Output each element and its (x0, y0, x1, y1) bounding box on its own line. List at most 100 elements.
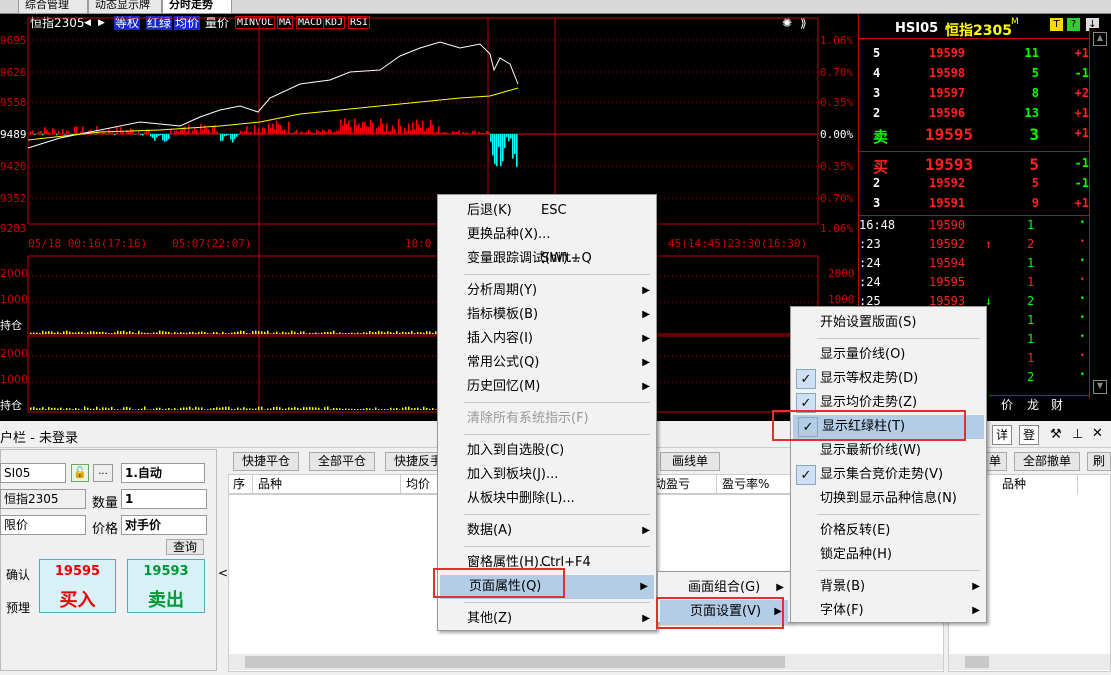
pct-tick-1: 0.70% (820, 66, 853, 79)
rg-bar (108, 128, 110, 134)
vol-bar (294, 331, 296, 334)
quote-scrollbar[interactable]: ▲ ▼ (1089, 28, 1111, 398)
vol-bar (291, 330, 293, 334)
confirm-checkbox[interactable]: 确认 (6, 566, 30, 583)
ask-row[interactable]: 卖 19595 3 +1 (859, 124, 1089, 146)
quote-tab-price[interactable]: 价 (1001, 396, 1013, 413)
oi-bar (84, 406, 86, 410)
ctx-item-9[interactable]: 加入到自选股(C) (438, 439, 656, 463)
oi-bar (333, 408, 335, 410)
page-settings-item-0[interactable]: 开始设置版面(S) (791, 311, 986, 335)
login-button[interactable]: 登 (1019, 425, 1039, 445)
symbol-field[interactable]: 恒指2305 (0, 489, 86, 509)
ask-row[interactable]: 2 19596 13 +1 (859, 104, 1089, 122)
quick-close-button[interactable]: 快捷平仓 (233, 452, 299, 471)
ctx-item-10[interactable]: 加入到板块(J)... (438, 463, 656, 487)
price-field[interactable]: 对手价 (121, 515, 207, 535)
page-settings-item-11[interactable]: 字体(F) ▶ (791, 599, 986, 623)
bid-row[interactable]: 买 19593 5 -1 (859, 154, 1089, 176)
query-button[interactable]: 查询 (166, 539, 204, 555)
oi-bar (345, 408, 347, 410)
pin-icon[interactable]: ⊥ (1072, 427, 1083, 442)
page-settings-item-2[interactable]: 显示等权走势(D) ✓ (791, 367, 986, 391)
page-settings-item-5[interactable]: 显示最新价线(W) (791, 439, 986, 463)
rg-bar (482, 132, 484, 134)
quote-tab-dragon[interactable]: 龙 (1027, 396, 1039, 413)
ask-price: 19596 (929, 106, 966, 120)
page-settings-item-10[interactable]: 背景(B) ▶ (791, 575, 986, 599)
page-settings-item-label: 价格反转(E) (820, 523, 891, 538)
ctx-item-4[interactable]: 指标模板(B) ▶ (438, 303, 656, 327)
refresh-button[interactable]: 刷 (1087, 452, 1111, 471)
ctx-item-12[interactable]: 数据(A) ▶ (438, 519, 656, 543)
ctx-item-2[interactable]: 变量跟踪调试(W)... Shift+Q (438, 247, 656, 271)
rg-bar (394, 128, 396, 134)
menu-separator (464, 434, 650, 435)
account-field[interactable]: SI05 (0, 463, 66, 483)
bid-row[interactable]: 3 19591 9 +1 (859, 194, 1089, 212)
ctx-item-7[interactable]: 历史回忆(M) ▶ (438, 375, 656, 399)
rg-bar (352, 132, 354, 134)
ask-row[interactable]: 3 19597 8 +2 (859, 84, 1089, 102)
oi-bar (258, 406, 260, 410)
vol-bar (138, 330, 140, 334)
t-icon[interactable]: T (1050, 18, 1063, 31)
submenu-arrow-icon: ▶ (972, 581, 980, 592)
close-icon[interactable]: ✕ (1092, 426, 1103, 441)
bid-row[interactable]: 2 19592 5 -1 (859, 174, 1089, 192)
oi-bar (66, 408, 68, 410)
vol-bar (78, 331, 80, 334)
rg-bar (180, 130, 182, 134)
ctx-item-5[interactable]: 插入内容(I) ▶ (438, 327, 656, 351)
page-settings-item-8[interactable]: 价格反转(E) (791, 519, 986, 543)
scroll-down-icon[interactable]: ▼ (1093, 380, 1107, 394)
more-button[interactable]: ... (93, 464, 113, 482)
ask-row[interactable]: 5 19599 11 +1 (859, 44, 1089, 62)
ctx-item-11[interactable]: 从板块中删除(L)... (438, 487, 656, 511)
quote-tab-finance[interactable]: 财 (1051, 396, 1063, 413)
rg-bar (254, 125, 256, 134)
page-settings-item-9[interactable]: 锁定品种(H) (791, 543, 986, 567)
vol-bar (174, 332, 176, 334)
lock-icon[interactable]: 🔓 (71, 464, 89, 482)
rg-bar (384, 131, 386, 134)
vol-bar (216, 332, 218, 334)
draw-line-order-button[interactable]: 画线单 (660, 452, 720, 471)
collapse-left-icon[interactable]: < (218, 566, 228, 580)
page-settings-item-1[interactable]: 显示量价线(O) (791, 343, 986, 367)
cancel-all-button[interactable]: 全部撤单 (1014, 452, 1080, 471)
ctx-item-3[interactable]: 分析周期(Y) ▶ (438, 279, 656, 303)
order-type-select[interactable]: 限价 (0, 515, 86, 535)
rg-bar (146, 129, 148, 134)
buy-button[interactable]: 19595 买入 (39, 559, 116, 613)
ctx-item-15[interactable]: 其他(Z) ▶ (438, 607, 656, 631)
positions-scrollbar[interactable] (229, 654, 943, 670)
preset-checkbox[interactable]: 预埋 (6, 599, 30, 616)
rg-bar (422, 120, 424, 134)
scroll-up-icon[interactable]: ▲ (1093, 32, 1107, 46)
ctx-item-0[interactable]: 后退(K) ESC (438, 199, 656, 223)
tab-overview[interactable]: 综合管理 (18, 0, 88, 14)
detail-button[interactable]: 详 (992, 425, 1012, 445)
oi-bar (201, 407, 203, 410)
ctx-item-1[interactable]: 更换品种(X)... (438, 223, 656, 247)
page-settings-item-7[interactable]: 切换到显示品种信息(N) (791, 487, 986, 511)
rg-bar (142, 134, 144, 136)
intraday-chart[interactable]: 恒指2305 ◀ ▶ 等权 红绿 均价 量价 MINVOL MA MACD KDJ RSI ✺ … (0, 14, 858, 421)
mode-select[interactable]: 1.自动 (121, 463, 205, 483)
orders-scrollbar[interactable] (949, 654, 1110, 670)
rg-bar (314, 134, 316, 135)
rg-bar (242, 131, 244, 134)
sell-button[interactable]: 19593 卖出 (127, 559, 205, 613)
page-settings-item-6[interactable]: 显示集合竞价走势(V) ✓ (791, 463, 986, 487)
tools-icon[interactable]: ⚒ (1050, 427, 1062, 442)
tick-price: 19595 (929, 275, 966, 289)
tab-dynamic-board[interactable]: 动态显示牌 (88, 0, 162, 14)
ctx-item-6[interactable]: 常用公式(Q) ▶ (438, 351, 656, 375)
tab-intraday[interactable]: 分时走势 (162, 0, 232, 14)
close-all-button[interactable]: 全部平仓 (309, 452, 375, 471)
oi-bar (156, 407, 158, 410)
help-icon[interactable]: ? (1067, 18, 1080, 31)
qty-stepper[interactable]: 1 (121, 489, 207, 509)
ask-row[interactable]: 4 19598 5 -1 (859, 64, 1089, 82)
